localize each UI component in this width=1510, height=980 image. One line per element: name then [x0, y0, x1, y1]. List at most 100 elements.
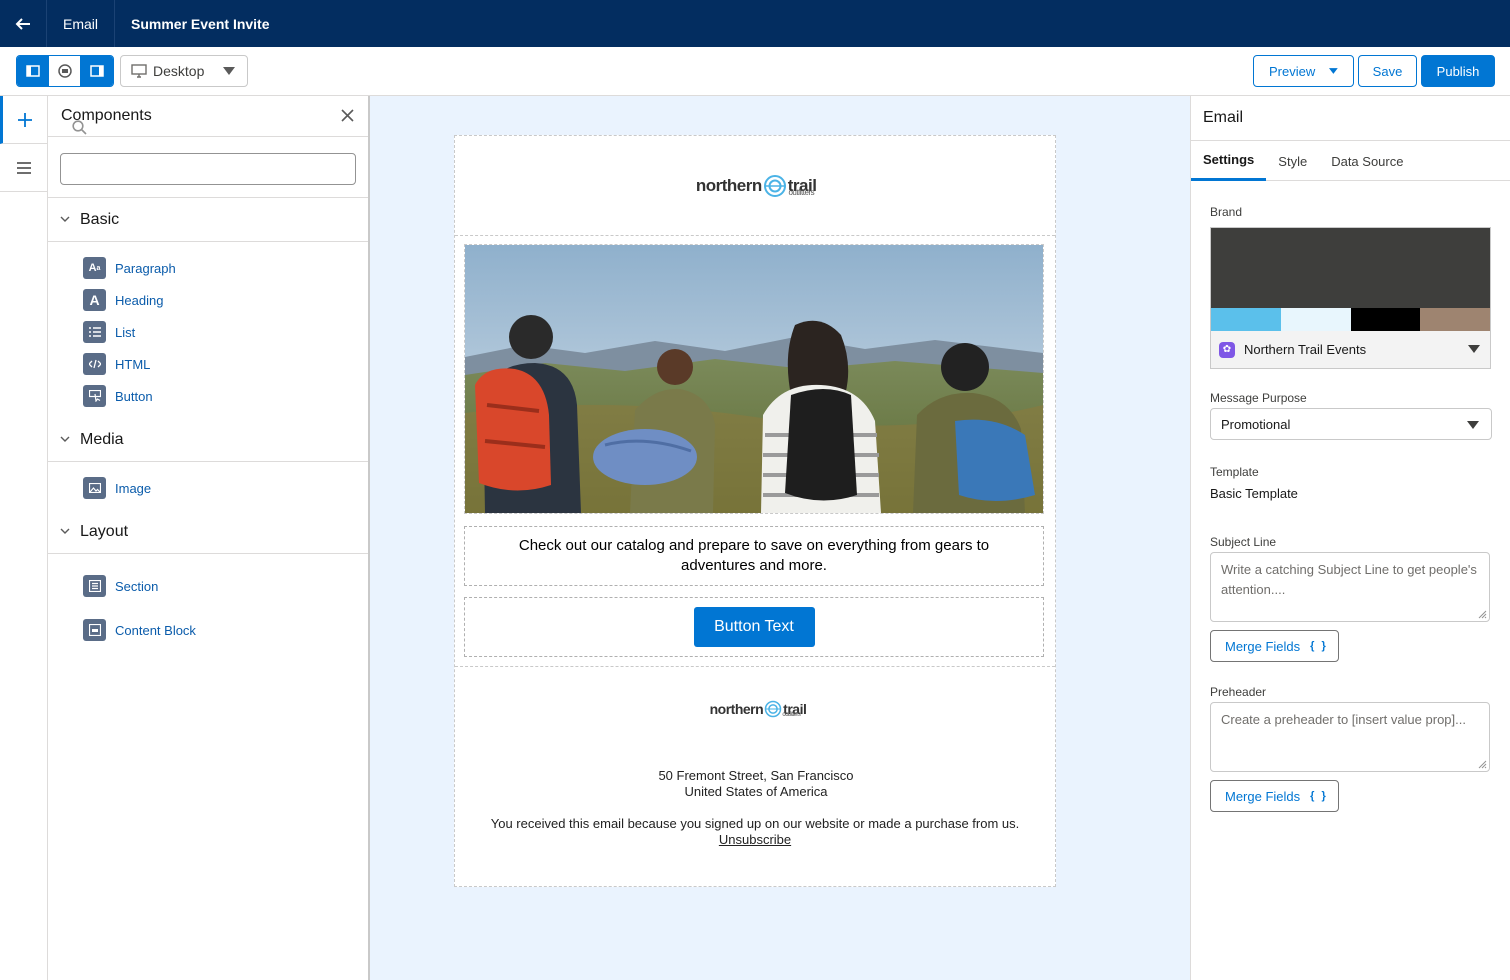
section-basic-toggle[interactable]: Basic [48, 198, 368, 242]
device-select[interactable]: Desktop [120, 55, 248, 87]
preview-button[interactable]: Preview [1253, 55, 1354, 87]
right-panel-icon [90, 65, 104, 77]
hikers-photo [465, 245, 1043, 513]
toggle-canvas-button[interactable] [49, 56, 81, 86]
brand-logo: northern trail outfitters [695, 174, 817, 198]
email-canvas[interactable]: northern trail outfitters Check out our … [370, 96, 1190, 980]
email-content-block[interactable]: Check out our catalog and prepare to sav… [455, 237, 1055, 667]
component-image[interactable]: Image [83, 472, 368, 504]
basic-items: Aa Paragraph A Heading List HTML Button [48, 242, 368, 418]
resize-grip-icon[interactable] [1478, 610, 1487, 619]
list-icon [83, 321, 106, 343]
component-label: HTML [115, 356, 151, 372]
merge-label: Merge Fields [1225, 788, 1301, 804]
cta-button[interactable]: Button Text [693, 607, 815, 647]
logo-swirl-icon [764, 700, 782, 718]
save-button[interactable]: Save [1358, 55, 1417, 87]
resize-grip-icon[interactable] [1478, 760, 1487, 769]
chevron-down-icon [60, 528, 70, 534]
brand-swatch [1280, 308, 1351, 331]
component-button[interactable]: Button [83, 380, 368, 412]
section-media-label: Media [80, 430, 124, 448]
toggle-left-panel-button[interactable] [17, 56, 49, 86]
section-media-toggle[interactable]: Media [48, 418, 368, 462]
brand-picker[interactable]: ✿ Northern Trail Events [1210, 227, 1491, 369]
layout-items: Section Content Block [48, 554, 368, 658]
section-icon [83, 575, 106, 597]
tab-data-source[interactable]: Data Source [1319, 141, 1415, 181]
brand-select[interactable]: ✿ Northern Trail Events [1211, 331, 1490, 368]
subject-label: Subject Line [1210, 535, 1277, 549]
brand-name: Northern Trail Events [1244, 342, 1367, 357]
app-name[interactable]: Email [47, 0, 116, 47]
media-items: Image [48, 462, 368, 510]
logo-northern: northern [709, 701, 764, 717]
tab-style[interactable]: Style [1266, 141, 1319, 181]
desktop-icon [131, 64, 147, 78]
brand-preview [1211, 228, 1490, 308]
unsubscribe-link[interactable]: Unsubscribe [445, 832, 1065, 848]
subject-merge-fields-button[interactable]: Merge Fields { } [1210, 630, 1339, 662]
component-paragraph[interactable]: Aa Paragraph [83, 252, 368, 284]
paragraph-block[interactable]: Check out our catalog and prepare to sav… [464, 526, 1044, 586]
global-header: Email Summer Event Invite [0, 0, 1510, 47]
message-purpose-select[interactable]: Promotional [1210, 408, 1492, 440]
close-icon[interactable] [341, 109, 354, 122]
left-panel-icon [25, 65, 40, 77]
preheader-label: Preheader [1210, 685, 1267, 699]
component-label: Image [115, 480, 152, 496]
component-label: Content Block [115, 622, 196, 638]
add-components-tab[interactable] [0, 96, 47, 144]
template-label: Template [1210, 465, 1259, 479]
logo-northern: northern [695, 175, 762, 195]
braces-icon: { } [1310, 640, 1328, 652]
structure-tab[interactable] [0, 144, 47, 192]
back-button[interactable] [0, 0, 47, 47]
tab-settings[interactable]: Settings [1191, 141, 1267, 181]
components-panel: Components Basic Aa Paragraph A Heading … [48, 96, 370, 980]
email-footer-block[interactable]: northern trail outfitters 50 Fremont Str… [455, 668, 1055, 886]
component-label: Paragraph [115, 260, 176, 276]
email-header-block[interactable]: northern trail outfitters [455, 136, 1055, 236]
section-basic-label: Basic [80, 210, 120, 228]
brand-kit-icon: ✿ [1219, 341, 1235, 358]
publish-button[interactable]: Publish [1421, 55, 1495, 87]
chevron-down-icon [60, 436, 70, 442]
component-content-block[interactable]: Content Block [83, 608, 368, 652]
footer-disclaimer: You received this email because you sign… [445, 816, 1065, 848]
chevron-down-icon [1468, 345, 1480, 353]
subject-placeholder: Write a catching Subject Line to get peo… [1221, 562, 1477, 597]
template-value: Basic Template [1210, 486, 1298, 501]
list-icon [16, 161, 31, 174]
component-section[interactable]: Section [83, 564, 368, 608]
preheader-input[interactable]: Create a preheader to [insert value prop… [1210, 702, 1490, 772]
properties-tabs: Settings Style Data Source [1191, 141, 1510, 181]
braces-icon: { } [1310, 790, 1328, 802]
preheader-merge-fields-button[interactable]: Merge Fields { } [1210, 780, 1339, 812]
component-heading[interactable]: A Heading [83, 284, 368, 316]
canvas-icon [57, 64, 72, 78]
button-block[interactable]: Button Text [464, 597, 1044, 657]
chevron-down-icon [223, 67, 235, 75]
brand-swatch [1420, 308, 1490, 331]
components-header: Components [48, 96, 368, 137]
purpose-label: Message Purpose [1210, 391, 1307, 405]
component-label: List [115, 324, 136, 340]
image-icon [83, 477, 106, 499]
chevron-down-icon [60, 216, 70, 222]
component-html[interactable]: HTML [83, 348, 368, 380]
section-layout-toggle[interactable]: Layout [48, 510, 368, 554]
component-label: Button [115, 388, 153, 404]
toggle-right-panel-button[interactable] [81, 56, 113, 86]
brand-logo: northern trail outfitters [709, 700, 807, 718]
search-input[interactable] [60, 153, 356, 185]
heading-icon: A [83, 289, 106, 311]
footer-address: 50 Fremont Street, San Francisco United … [446, 768, 1066, 800]
properties-title: Email [1191, 96, 1510, 141]
brand-swatches [1211, 308, 1490, 331]
component-list[interactable]: List [83, 316, 368, 348]
page-title: Summer Event Invite [131, 15, 270, 32]
email-body: northern trail outfitters Check out our … [454, 135, 1056, 887]
hero-image[interactable] [464, 244, 1044, 514]
subject-line-input[interactable]: Write a catching Subject Line to get peo… [1210, 552, 1490, 622]
